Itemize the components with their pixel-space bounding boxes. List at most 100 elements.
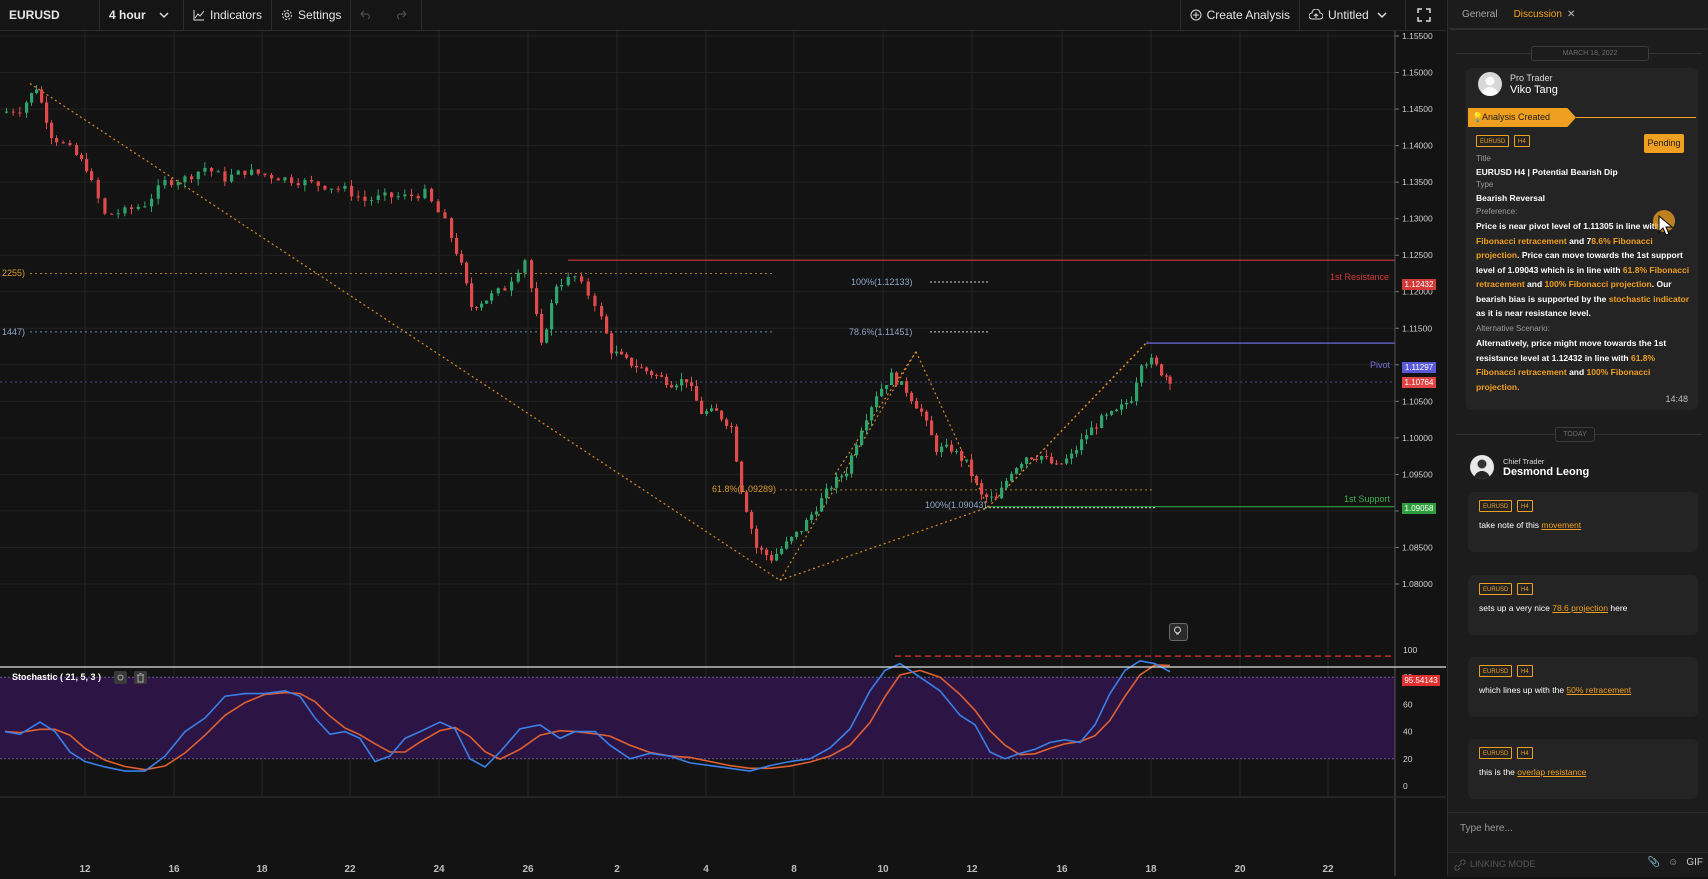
candle [600,305,604,317]
candle [310,180,314,182]
type-label: Type [1476,180,1494,189]
candle [580,276,584,282]
price-tick-label: 1.09500 [1402,469,1433,479]
candle [935,435,939,453]
pivot-price-tag: 1.11297 [1402,362,1436,373]
price-tick-label: 1.10500 [1402,396,1433,406]
candle [875,396,879,408]
chat-message[interactable]: EURUSD H4 sets up a very nice 78.6 project… [1468,575,1698,635]
candle [130,207,134,209]
price-tick-label: 1.08500 [1402,542,1433,552]
candle [1010,473,1014,481]
time-tick-label: 18 [256,864,268,875]
interval-selector[interactable]: 4 hour [100,0,184,30]
time-tick-label: 24 [433,864,445,875]
candle [945,444,949,447]
message-prefix: sets up a very nice [1479,603,1553,613]
candle [256,169,260,174]
settings-button[interactable]: Settings [272,0,352,30]
undo-button[interactable] [351,0,386,30]
candle [330,188,334,190]
candle [910,392,914,402]
candle [203,167,207,172]
cloud-upload-icon [1309,9,1323,20]
support-label: 1st Support [1344,494,1391,504]
message-input[interactable]: Type here... [1460,823,1513,834]
resistance-price-tag: 1.12432 [1402,279,1436,290]
avatar [1470,455,1494,479]
candle [785,541,789,549]
tab-discussion[interactable]: Discussion ✕ [1514,9,1576,20]
analysis-card[interactable]: Pro Trader Viko Tang 💡 Analysis Created … [1466,68,1698,410]
candle [915,401,919,409]
create-analysis-button[interactable]: Create Analysis [1179,0,1300,30]
candle [290,177,294,184]
current-price-tag: 1.10764 [1402,377,1436,388]
close-icon[interactable]: ✕ [1567,9,1575,20]
chat-message[interactable]: EURUSD H4 which lines up with the 50% retr… [1468,657,1698,717]
candle [40,89,44,103]
candle [336,188,340,190]
candle [715,408,719,411]
price-tick-label: 1.08000 [1402,579,1433,589]
candle [930,420,934,436]
chat-message[interactable]: EURUSD H4 this is the overlap resistance [1468,739,1698,799]
emoji-icon[interactable]: ☺ [1668,857,1678,868]
candle [890,372,894,386]
projection-line [779,351,917,581]
candle [25,102,29,113]
candle [865,420,869,431]
candle [496,288,500,294]
candle [296,183,300,186]
tab-general[interactable]: General [1462,9,1498,20]
candle [1120,404,1124,410]
fullscreen-button[interactable] [1406,0,1446,30]
message-link[interactable]: 50% retracement [1566,685,1631,695]
candle [430,188,434,202]
gif-button[interactable]: GIF [1686,857,1703,868]
price-tick-label: 1.14500 [1402,104,1433,114]
create-analysis-label: Create Analysis [1206,8,1290,22]
layout-selector[interactable]: Untitled [1300,0,1406,30]
candle [103,198,107,214]
link-icon[interactable] [1454,859,1466,871]
chat-message[interactable]: EURUSD H4 take note of this movement [1468,492,1698,552]
candle [376,195,380,200]
indicators-button[interactable]: Indicators [184,0,273,30]
price-tick-label: 1.14000 [1402,141,1433,151]
tab-discussion-label: Discussion [1513,8,1562,20]
symbol-label: EURUSD [9,8,60,22]
discussion-panel: General Discussion ✕ MARCH 18, 2022 Pro T… [1447,0,1708,877]
idea-marker-icon[interactable] [1169,623,1188,641]
compose-area[interactable]: Type here... [1448,812,1708,853]
stochastic-settings-button[interactable] [114,671,127,684]
chart-canvas[interactable]: 100806040200 121618222426248101216182022… [0,31,1446,876]
candle [316,181,320,186]
message-link[interactable]: 78.6 projection [1552,603,1608,613]
stochastic-title: Stochastic ( 21, 5, 3 ) [12,672,102,682]
candle [61,142,65,144]
candle [276,178,280,181]
price-chart[interactable]: 100806040200 121618222426248101216182022… [0,31,1446,876]
candle [1065,458,1069,464]
fib-100-top-label: 100%(1.12133) [851,277,913,287]
analysis-title: EURUSD H4 | Potential Bearish Dip [1476,167,1618,177]
candle [80,154,84,160]
candle [55,137,59,143]
timeframe-tag: H4 [1517,500,1533,512]
candle [403,194,407,197]
candle [416,196,420,199]
stochastic-delete-button[interactable] [134,671,147,684]
message-text: this is the overlap resistance [1479,767,1586,777]
attachment-icon[interactable]: 📎 [1648,857,1660,868]
candle [1155,357,1159,365]
message-prefix: this is the [1479,767,1518,777]
candle [11,111,15,113]
redo-button[interactable] [386,0,423,30]
candle [90,171,94,180]
symbol-selector[interactable]: EURUSD [0,0,100,30]
message-link[interactable]: overlap resistance [1517,767,1586,777]
date-separator: MARCH 18, 2022 [1531,46,1649,61]
message-link[interactable]: movement [1541,520,1581,530]
mouse-pointer-icon [1658,215,1674,236]
